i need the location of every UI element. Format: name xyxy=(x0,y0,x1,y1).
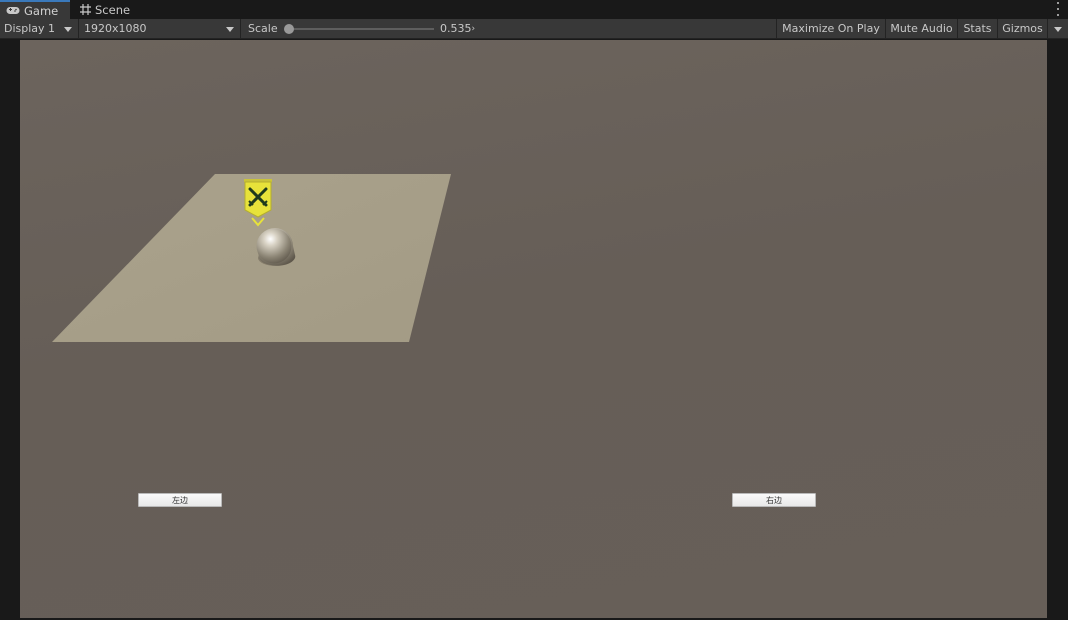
scale-slider-handle[interactable] xyxy=(284,24,294,34)
grid-icon xyxy=(80,4,91,15)
gizmos-toggle[interactable]: Gizmos xyxy=(998,19,1048,38)
resolution-dropdown-label: 1920x1080 xyxy=(84,22,147,35)
window-tab-bar: Game Scene xyxy=(0,0,1068,19)
stats-toggle[interactable]: Stats xyxy=(958,19,998,38)
right-button[interactable]: 右边 xyxy=(732,493,816,507)
scale-value-text: 0.535 xyxy=(440,22,472,35)
chevron-down-icon xyxy=(1054,27,1062,32)
chevron-right-icon: › xyxy=(471,23,476,34)
gamepad-icon xyxy=(6,6,20,15)
scale-slider-track[interactable] xyxy=(289,28,434,30)
game-view[interactable]: 左边 右边 xyxy=(20,40,1047,618)
chevron-down-icon xyxy=(64,27,72,32)
scene-render xyxy=(52,174,451,342)
scale-label: Scale xyxy=(248,22,278,35)
maximize-on-play-toggle[interactable]: Maximize On Play xyxy=(777,19,886,38)
gizmos-dropdown[interactable] xyxy=(1048,19,1068,38)
mute-audio-toggle[interactable]: Mute Audio xyxy=(886,19,958,38)
tab-scene[interactable]: Scene xyxy=(74,0,144,19)
display-dropdown[interactable]: Display 1 xyxy=(0,19,79,38)
scale-value: 0.535 › xyxy=(440,19,475,38)
tab-game[interactable]: Game xyxy=(0,0,70,19)
tab-scene-label: Scene xyxy=(95,2,131,17)
game-view-toolbar: Display 1 1920x1080 Scale 0.535 › Maximiz… xyxy=(0,19,1068,39)
more-options-icon[interactable] xyxy=(1056,2,1060,16)
display-dropdown-label: Display 1 xyxy=(4,22,56,35)
chevron-down-icon xyxy=(226,27,234,32)
resolution-dropdown[interactable]: 1920x1080 xyxy=(79,19,241,38)
left-button[interactable]: 左边 xyxy=(138,493,222,507)
tab-game-label: Game xyxy=(24,3,59,18)
